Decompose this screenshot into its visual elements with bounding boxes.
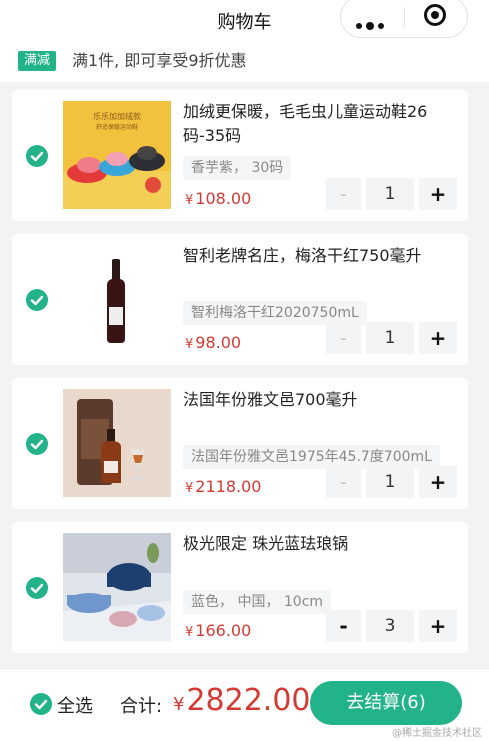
product-name[interactable]: 加绒更保暖，毛毛虫儿童运动鞋26码-35码 bbox=[183, 100, 451, 148]
product-image[interactable] bbox=[63, 389, 171, 497]
decrease-button[interactable]: - bbox=[326, 322, 361, 354]
product-image[interactable]: 乐乐加加绒款 舒适保暖运动鞋 bbox=[63, 101, 171, 209]
increase-button[interactable]: + bbox=[419, 466, 457, 498]
check-icon[interactable] bbox=[26, 577, 48, 599]
product-spec[interactable]: 香芋紫， 30码 bbox=[183, 156, 292, 180]
miniprogram-capsule bbox=[340, 0, 468, 38]
currency-symbol: ¥ bbox=[185, 193, 194, 208]
check-icon[interactable] bbox=[26, 289, 48, 311]
capsule-divider bbox=[404, 7, 405, 27]
decrease-button[interactable]: - bbox=[326, 610, 361, 642]
quantity-input[interactable]: 1 bbox=[366, 466, 414, 498]
cart-item: 智利老牌名庄，梅洛干红750毫升 智利梅洛干红2020750mL ¥98.00 … bbox=[12, 234, 468, 365]
promo-tag: 满减 bbox=[18, 51, 57, 71]
quantity-input[interactable]: 1 bbox=[366, 322, 414, 354]
product-name[interactable]: 法国年份雅文邑700毫升 bbox=[183, 388, 451, 412]
currency-symbol: ¥ bbox=[185, 625, 194, 640]
currency-symbol: ¥ bbox=[173, 694, 185, 715]
product-spec[interactable]: 蓝色， 中国， 10cm bbox=[183, 590, 332, 614]
nav-bar: 购物车 bbox=[0, 0, 489, 40]
check-icon[interactable] bbox=[26, 433, 48, 455]
total-label: 合计: bbox=[120, 696, 163, 717]
checkout-button[interactable]: 去结算(6) bbox=[310, 681, 462, 725]
increase-button[interactable]: + bbox=[419, 322, 457, 354]
product-price: ¥108.00 bbox=[185, 189, 251, 208]
increase-button[interactable]: + bbox=[419, 610, 457, 642]
price-value: 98.00 bbox=[195, 333, 242, 352]
decrease-button[interactable]: - bbox=[326, 178, 361, 210]
quantity-input[interactable]: 1 bbox=[366, 178, 414, 210]
cart-item: 极光限定 珠光蓝珐琅锅 蓝色， 中国， 10cm ¥166.00 - 3 + bbox=[12, 522, 468, 653]
product-name[interactable]: 智利老牌名庄，梅洛干红750毫升 bbox=[183, 244, 451, 268]
more-icon[interactable] bbox=[356, 14, 388, 33]
decrease-button[interactable]: - bbox=[326, 466, 361, 498]
quantity-input[interactable]: 3 bbox=[366, 610, 414, 642]
watermark: @稀土掘金技术社区 bbox=[392, 728, 482, 739]
select-all-check-icon[interactable] bbox=[30, 693, 52, 715]
currency-symbol: ¥ bbox=[185, 481, 194, 496]
check-icon[interactable] bbox=[26, 145, 48, 167]
svg-text:乐乐加加绒款: 乐乐加加绒款 bbox=[93, 111, 141, 121]
total-value: 2822.00 bbox=[186, 683, 311, 718]
product-price: ¥98.00 bbox=[185, 333, 241, 352]
product-price: ¥2118.00 bbox=[185, 477, 261, 496]
promo-bar: 满减 满1件, 即可享受9折优惠 bbox=[0, 40, 489, 82]
close-target-icon[interactable] bbox=[424, 4, 446, 26]
cart-item: 法国年份雅文邑700毫升 法国年份雅文邑1975年45.7度700mL ¥211… bbox=[12, 378, 468, 509]
total-amount: ¥2822.00 bbox=[173, 683, 311, 718]
cart-item: 乐乐加加绒款 舒适保暖运动鞋 加绒更保暖，毛毛虫儿童运动鞋26码-35码 香芋紫… bbox=[12, 90, 468, 221]
promo-text: 满1件, 即可享受9折优惠 bbox=[72, 51, 247, 70]
price-value: 108.00 bbox=[195, 189, 252, 208]
product-price: ¥166.00 bbox=[185, 621, 251, 640]
product-name[interactable]: 极光限定 珠光蓝珐琅锅 bbox=[183, 532, 451, 556]
product-image[interactable] bbox=[63, 245, 171, 353]
svg-text:舒适保暖运动鞋: 舒适保暖运动鞋 bbox=[96, 123, 138, 131]
currency-symbol: ¥ bbox=[185, 337, 194, 352]
select-all-label[interactable]: 全选 bbox=[57, 692, 93, 718]
product-image[interactable] bbox=[63, 533, 171, 641]
price-value: 166.00 bbox=[195, 621, 252, 640]
price-value: 2118.00 bbox=[195, 477, 262, 496]
increase-button[interactable]: + bbox=[419, 178, 457, 210]
